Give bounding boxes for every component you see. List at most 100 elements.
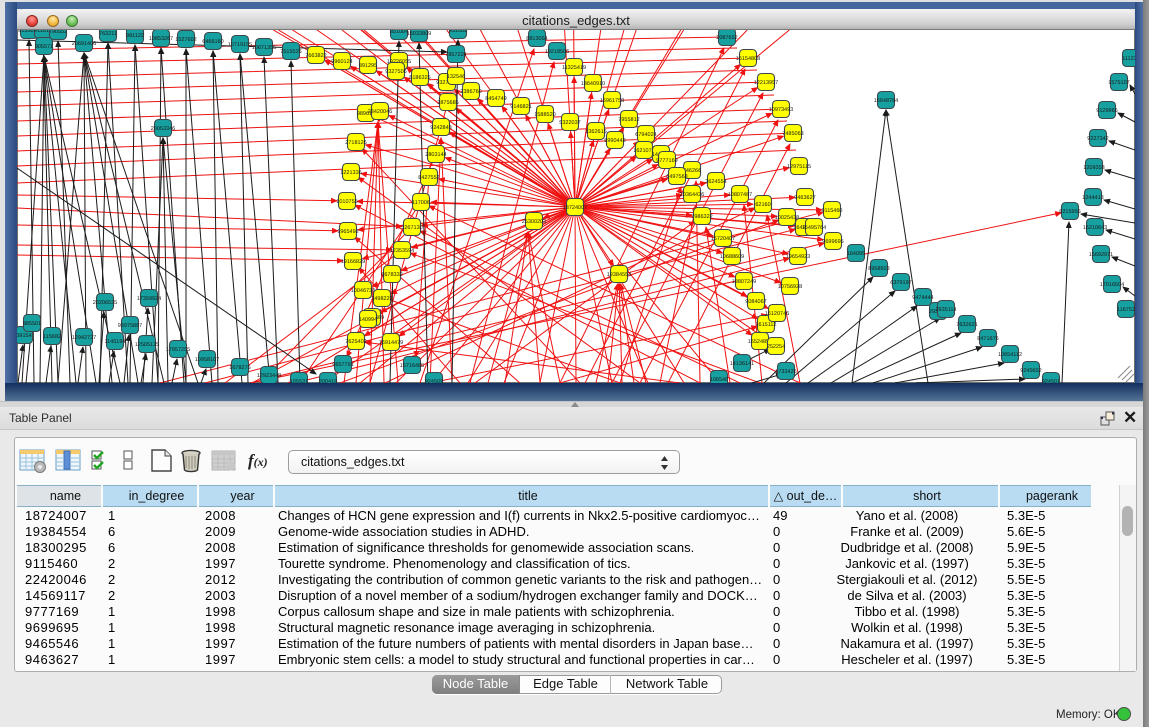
svg-text:23420046: 23420046 — [368, 109, 392, 115]
svg-text:10853267: 10853267 — [149, 36, 173, 42]
svg-text:15692971: 15692971 — [1089, 252, 1113, 258]
svg-text:5322037: 5322037 — [559, 120, 580, 126]
svg-text:132546: 132546 — [447, 74, 465, 80]
svg-text:9327506: 9327506 — [385, 69, 406, 75]
svg-text:1733426: 1733426 — [775, 369, 796, 375]
svg-text:10973493: 10973493 — [769, 107, 793, 113]
svg-text:2935114: 2935114 — [935, 307, 956, 313]
svg-text:7857224: 7857224 — [445, 52, 466, 58]
svg-text:931002: 931002 — [449, 30, 467, 34]
svg-text:18807249: 18807249 — [732, 279, 756, 285]
svg-text:20053346: 20053346 — [151, 126, 175, 132]
svg-text:1362615: 1362615 — [585, 129, 606, 135]
svg-text:8813054: 8813054 — [526, 36, 547, 42]
svg-text:1678275: 1678275 — [229, 365, 250, 371]
svg-text:14136141: 14136141 — [730, 361, 754, 367]
svg-text:16154808: 16154808 — [736, 56, 760, 62]
svg-text:9245652: 9245652 — [1020, 368, 1041, 374]
svg-text:11325419: 11325419 — [562, 65, 586, 71]
svg-text:8427552: 8427552 — [418, 175, 439, 181]
svg-text:16914479: 16914479 — [379, 340, 403, 346]
svg-text:9463627: 9463627 — [794, 195, 815, 201]
svg-text:200419: 200419 — [319, 379, 337, 383]
svg-text:20206535: 20206535 — [93, 300, 117, 306]
svg-text:9242848: 9242848 — [430, 125, 451, 131]
svg-text:10046736: 10046736 — [351, 288, 375, 294]
svg-text:12942737: 12942737 — [72, 335, 96, 341]
svg-text:7986322: 7986322 — [691, 214, 712, 220]
svg-text:16210643: 16210643 — [1083, 225, 1107, 231]
svg-text:3875685: 3875685 — [437, 100, 458, 106]
svg-text:9084067: 9084067 — [745, 299, 766, 305]
svg-text:10719155: 10719155 — [228, 42, 252, 48]
svg-text:19654923: 19654923 — [786, 254, 810, 260]
svg-text:1615112: 1615112 — [755, 322, 776, 328]
svg-text:1575107: 1575107 — [1108, 80, 1129, 86]
svg-text:8678332: 8678332 — [381, 272, 402, 278]
svg-text:115682: 115682 — [43, 334, 61, 340]
svg-text:9115460: 9115460 — [821, 208, 842, 214]
svg-text:19166829: 19166829 — [341, 259, 365, 265]
svg-text:19218506: 19218506 — [545, 49, 569, 55]
svg-text:2718126: 2718126 — [345, 140, 366, 146]
svg-text:12213957: 12213957 — [754, 80, 778, 86]
svg-text:7663822: 7663822 — [305, 53, 326, 59]
svg-text:10756928: 10756928 — [778, 284, 802, 290]
svg-text:12923448: 12923448 — [257, 373, 281, 379]
svg-text:164095: 164095 — [847, 251, 865, 257]
svg-text:8454749: 8454749 — [485, 96, 506, 102]
svg-text:6466160: 6466160 — [202, 39, 223, 45]
svg-text:20364436: 20364436 — [680, 192, 704, 198]
svg-text:10958107: 10958107 — [195, 357, 219, 363]
svg-text:3624554: 3624554 — [705, 179, 726, 185]
svg-text:9699695: 9699695 — [822, 239, 843, 245]
svg-text:16495764: 16495764 — [802, 225, 826, 231]
svg-text:15716485: 15716485 — [400, 363, 424, 369]
svg-text:891295: 891295 — [359, 63, 377, 69]
svg-text:9657791: 9657791 — [332, 362, 353, 368]
svg-text:9474444: 9474444 — [912, 295, 933, 301]
svg-text:39154: 39154 — [17, 333, 32, 339]
svg-text:19384554: 19384554 — [607, 272, 631, 278]
svg-text:16648784: 16648784 — [874, 98, 898, 104]
svg-text:1145194: 1145194 — [104, 339, 125, 345]
svg-text:7515526: 7515526 — [280, 49, 301, 55]
svg-text:17016504: 17016504 — [1100, 282, 1124, 288]
svg-text:9146821: 9146821 — [510, 104, 531, 110]
svg-text:9777169: 9777169 — [656, 158, 677, 164]
svg-text:1527602: 1527602 — [175, 37, 196, 43]
svg-text:20691406: 20691406 — [72, 41, 96, 47]
svg-text:10654112: 10654112 — [998, 352, 1022, 358]
svg-text:117006: 117006 — [412, 200, 430, 206]
svg-text:25300203: 25300203 — [522, 219, 546, 225]
svg-text:105531: 105531 — [290, 379, 308, 383]
svg-text:111233: 111233 — [1122, 56, 1135, 62]
svg-text:2087652: 2087652 — [716, 35, 737, 41]
svg-text:9129966: 9129966 — [1096, 108, 1117, 114]
svg-text:1010755: 1010755 — [336, 199, 357, 205]
svg-text:9960124: 9960124 — [331, 59, 352, 65]
svg-text:7955812: 7955812 — [618, 117, 639, 123]
svg-text:17359924: 17359924 — [137, 296, 161, 302]
svg-text:8215955: 8215955 — [1059, 209, 1080, 215]
svg-text:1588520: 1588520 — [534, 112, 555, 118]
svg-text:8990448: 8990448 — [604, 138, 625, 144]
svg-text:18640910: 18640910 — [581, 81, 605, 87]
svg-text:62160: 62160 — [755, 202, 770, 208]
svg-text:905571: 905571 — [35, 44, 53, 50]
svg-text:763211: 763211 — [99, 31, 117, 37]
svg-text:1244413: 1244413 — [1082, 195, 1103, 201]
svg-text:10671355: 10671355 — [252, 45, 276, 51]
svg-text:6379197: 6379197 — [890, 280, 911, 286]
svg-text:8471676: 8471676 — [977, 336, 998, 342]
svg-text:6794024: 6794024 — [635, 132, 656, 138]
svg-text:1965492: 1965492 — [337, 229, 358, 235]
svg-text:140994: 140994 — [359, 317, 377, 323]
svg-text:12975115: 12975115 — [787, 164, 811, 170]
svg-text:9227342: 9227342 — [1087, 136, 1108, 142]
svg-text:3498222: 3498222 — [371, 296, 392, 302]
svg-text:10025438: 10025438 — [775, 215, 799, 221]
svg-text:2803144: 2803144 — [425, 152, 446, 158]
svg-text:252254: 252254 — [767, 344, 785, 350]
svg-text:1221336: 1221336 — [340, 170, 361, 176]
